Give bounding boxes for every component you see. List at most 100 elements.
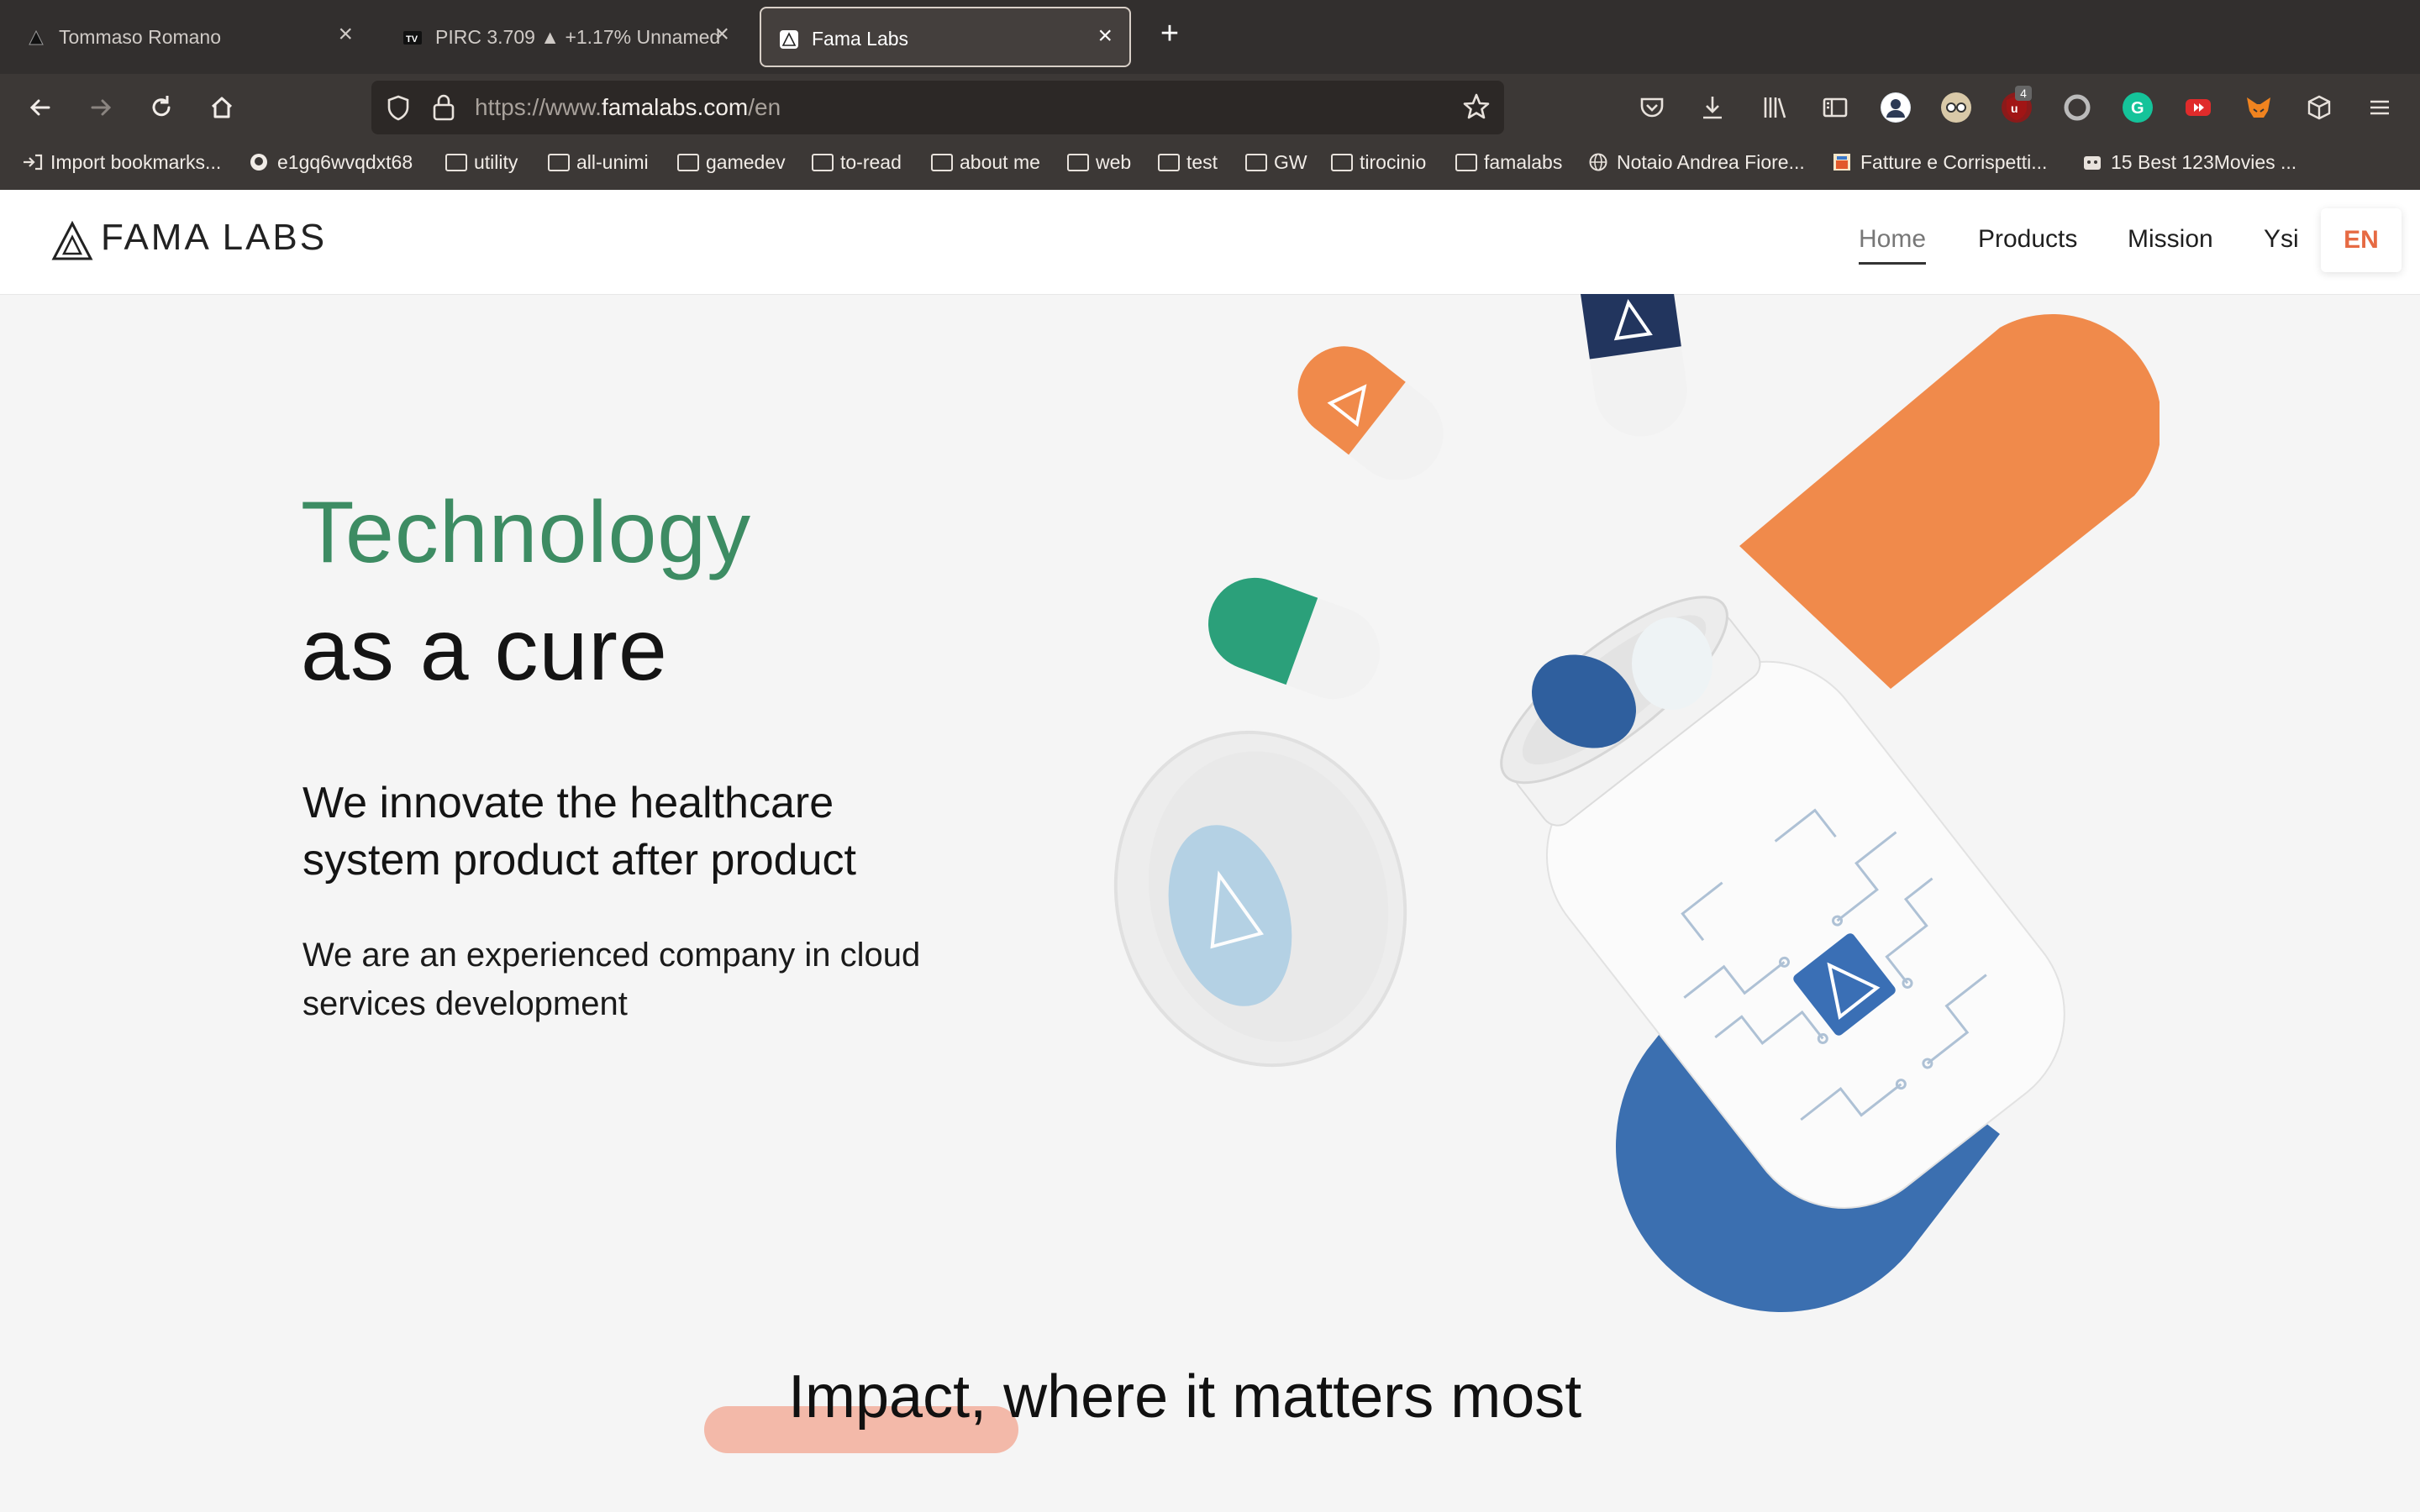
tab-pirc[interactable]: TV PIRC 3.709 ▲ +1.17% Unnamed × bbox=[385, 7, 746, 67]
nav-products[interactable]: Products bbox=[1978, 225, 2077, 254]
folder-icon bbox=[1331, 154, 1353, 171]
home-button[interactable] bbox=[205, 91, 239, 124]
metamask-fox-icon[interactable] bbox=[2244, 92, 2274, 123]
bookmark-label: web bbox=[1096, 151, 1132, 173]
reload-icon bbox=[152, 96, 171, 117]
tab-fama-labs[interactable]: Fama Labs × bbox=[760, 7, 1131, 67]
account-avatar-icon[interactable] bbox=[1881, 92, 1911, 123]
bookmark-folder-tirocinio[interactable]: tirocinio bbox=[1331, 151, 1426, 174]
site-logo-text[interactable]: FAMA LABS bbox=[101, 217, 327, 259]
svg-text:u: u bbox=[2011, 102, 2018, 115]
tab-tommaso-romano[interactable]: Tommaso Romano × bbox=[8, 7, 370, 67]
video-extension-icon[interactable] bbox=[2183, 92, 2213, 123]
bookmark-folder-gw[interactable]: GW bbox=[1245, 151, 1307, 174]
green-capsule bbox=[1208, 577, 1380, 700]
bookmark-label: gamedev bbox=[706, 151, 786, 173]
download-icon[interactable] bbox=[1697, 92, 1728, 123]
hero-subtitle: We innovate the healthcare system produc… bbox=[302, 779, 856, 885]
folder-icon bbox=[445, 154, 467, 171]
bookmark-123movies[interactable]: 15 Best 123Movies ... bbox=[2082, 151, 2296, 174]
extension-cube-icon[interactable] bbox=[2304, 92, 2334, 123]
bookmark-label: utility bbox=[474, 151, 518, 173]
bookmark-label: Fatture e Corrispetti... bbox=[1860, 151, 2048, 173]
extension-circle-icon[interactable] bbox=[2062, 92, 2092, 123]
bookmark-folder-all-unimi[interactable]: all-unimi bbox=[548, 151, 649, 174]
url-domain: famalabs.com bbox=[601, 94, 749, 120]
back-button[interactable] bbox=[24, 91, 57, 124]
reload-button[interactable] bbox=[145, 91, 178, 124]
bookmark-folder-famalabs[interactable]: famalabs bbox=[1455, 151, 1562, 174]
bookmark-label: tirocinio bbox=[1360, 151, 1427, 173]
impact-section-title: Impact, where it matters most bbox=[788, 1363, 1582, 1431]
github-icon bbox=[250, 154, 267, 171]
bookmark-fatture[interactable]: Fatture e Corrispetti... bbox=[1832, 151, 2047, 174]
bookmark-github[interactable]: e1gq6wvqdxt68 bbox=[249, 151, 413, 174]
bookmark-folder-to-read[interactable]: to-read bbox=[812, 151, 902, 174]
orange-background-pill bbox=[1739, 313, 2160, 689]
tab-title: Tommaso Romano bbox=[59, 26, 222, 48]
home-icon bbox=[211, 97, 233, 118]
folder-icon bbox=[1455, 154, 1477, 171]
orange-capsule bbox=[1297, 346, 1444, 480]
close-tab-icon[interactable]: × bbox=[714, 22, 729, 47]
folder-icon bbox=[931, 154, 953, 171]
grammarly-icon[interactable]: G bbox=[2123, 92, 2153, 123]
bookmark-notaio[interactable]: Notaio Andrea Fiore... bbox=[1588, 151, 1805, 174]
nav-ysi[interactable]: Ysi bbox=[2264, 225, 2299, 254]
bookmark-label: Import bookmarks... bbox=[50, 151, 222, 173]
bookmark-import[interactable]: Import bookmarks... bbox=[22, 151, 221, 174]
extension-face-icon[interactable] bbox=[1941, 92, 1971, 123]
bookmark-folder-web[interactable]: web bbox=[1067, 151, 1131, 174]
language-button[interactable]: EN bbox=[2321, 208, 2402, 272]
nav-home[interactable]: Home bbox=[1859, 225, 1927, 265]
tab-title: Fama Labs bbox=[812, 28, 909, 50]
folder-icon bbox=[1245, 154, 1267, 171]
url-prefix: https://www. bbox=[475, 94, 602, 120]
close-tab-icon[interactable]: × bbox=[1097, 24, 1113, 49]
white-pill-in-bottle bbox=[1632, 617, 1712, 710]
bookmark-label: 15 Best 123Movies ... bbox=[2111, 151, 2297, 173]
pill-bottle bbox=[1500, 596, 2065, 1209]
tradingview-icon: TV bbox=[403, 31, 422, 45]
url-text[interactable]: https://www.famalabs.com/en bbox=[475, 94, 781, 121]
nav-mission[interactable]: Mission bbox=[2128, 225, 2213, 254]
hero-title: as a cure bbox=[301, 601, 668, 699]
forward-button[interactable] bbox=[84, 91, 118, 124]
folder-icon bbox=[677, 154, 699, 171]
folder-icon bbox=[812, 154, 834, 171]
url-path: /en bbox=[748, 94, 781, 120]
hero-description: We are an experienced company in cloud s… bbox=[302, 937, 921, 1022]
folder-icon bbox=[1067, 154, 1089, 171]
library-icon[interactable] bbox=[1760, 92, 1790, 123]
import-icon bbox=[24, 154, 43, 171]
bookmark-folder-test[interactable]: test bbox=[1158, 151, 1218, 174]
bookmark-folder-utility[interactable]: utility bbox=[445, 151, 518, 174]
bookmark-label: all-unimi bbox=[576, 151, 649, 173]
arrow-left-icon bbox=[29, 99, 50, 116]
lock-icon[interactable] bbox=[430, 92, 457, 123]
folder-icon bbox=[548, 154, 570, 171]
svg-text:G: G bbox=[2131, 99, 2144, 118]
fama-labs-favicon-icon bbox=[780, 30, 798, 49]
site-favicon-icon bbox=[29, 29, 44, 45]
pocket-icon[interactable] bbox=[1637, 92, 1667, 123]
hamburger-menu-icon[interactable] bbox=[2365, 92, 2395, 123]
sidebar-icon[interactable] bbox=[1820, 92, 1850, 123]
new-tab-button[interactable]: + bbox=[1153, 17, 1186, 50]
bookmark-folder-gamedev[interactable]: gamedev bbox=[677, 151, 786, 174]
shield-icon[interactable] bbox=[383, 92, 413, 123]
bookmark-label: e1gq6wvqdxt68 bbox=[277, 151, 413, 173]
bookmark-folder-about-me[interactable]: about me bbox=[931, 151, 1040, 174]
bookmark-label: to-read bbox=[840, 151, 902, 173]
svg-text:TV: TV bbox=[406, 34, 418, 45]
site-icon bbox=[2084, 156, 2101, 170]
folder-icon bbox=[1158, 154, 1180, 171]
fama-labs-logo-icon[interactable] bbox=[50, 220, 94, 262]
close-tab-icon[interactable]: × bbox=[338, 22, 353, 47]
bookmark-label: test bbox=[1186, 151, 1218, 173]
arrow-right-icon bbox=[91, 99, 112, 116]
navy-capsule bbox=[1578, 294, 1687, 437]
bookmark-label: GW bbox=[1274, 151, 1307, 173]
bookmark-label: famalabs bbox=[1484, 151, 1563, 173]
bookmark-star-icon[interactable] bbox=[1460, 91, 1492, 123]
